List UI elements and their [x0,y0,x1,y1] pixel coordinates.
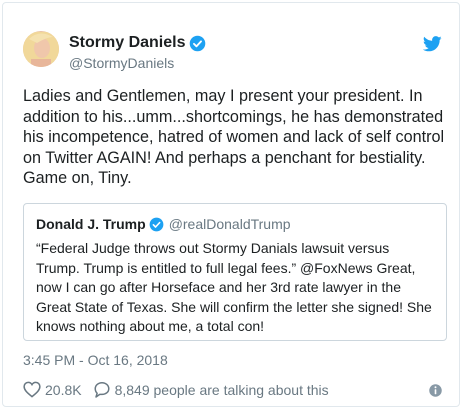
avatar-image [23,31,59,67]
author-display-name[interactable]: Stormy Daniels [69,34,185,52]
tweet-text: Ladies and Gentlemen, may I present your… [23,87,445,188]
tweet-card: Stormy Daniels @StormyDaniels Ladies and… [2,2,460,407]
engagement-bar: 20.8K 8,849 people are talking about thi… [23,381,329,398]
author-name-row: Stormy Daniels [69,34,206,52]
verified-badge-icon [149,217,164,231]
quoted-tweet-text: “Federal Judge throws out Stormy Danials… [36,240,432,334]
verified-badge-icon [190,35,206,51]
author-handle[interactable]: @StormyDaniels [69,55,174,71]
like-count[interactable]: 20.8K [45,382,82,398]
speech-bubble-icon[interactable] [93,381,111,398]
tweet-timestamp[interactable]: 3:45 PM - Oct 16, 2018 [23,352,168,368]
heart-icon[interactable] [23,381,41,398]
info-icon[interactable] [428,383,443,398]
quoted-tweet[interactable]: Donald J. Trump @realDonaldTrump “Federa… [23,203,447,341]
talking-count[interactable]: 8,849 people are talking about this [115,382,329,398]
quoted-display-name: Donald J. Trump [36,216,146,232]
avatar[interactable] [23,31,59,67]
quoted-handle: @realDonaldTrump [168,216,291,232]
twitter-bird-icon[interactable] [423,36,442,52]
quoted-author-row: Donald J. Trump @realDonaldTrump [36,216,291,232]
